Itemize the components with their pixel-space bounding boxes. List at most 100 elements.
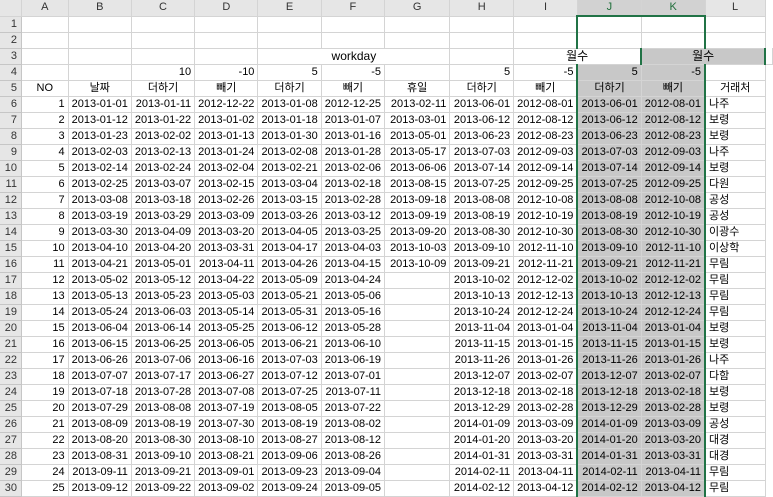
data-cell[interactable]: 2013-08-19: [576, 208, 642, 225]
row-header[interactable]: 9: [0, 144, 22, 161]
data-cell[interactable]: 2012-10-19: [513, 208, 578, 225]
data-cell[interactable]: 2014-01-09: [576, 416, 642, 433]
row-header[interactable]: 12: [0, 192, 22, 209]
data-cell[interactable]: 2013-04-03: [321, 240, 386, 257]
data-cell[interactable]: 2013-02-06: [321, 160, 386, 177]
data-cell[interactable]: 2012-12-13: [513, 288, 578, 305]
data-cell[interactable]: 2013-10-09: [384, 256, 451, 273]
data-cell[interactable]: 2013-06-15: [68, 336, 132, 353]
data-cell[interactable]: 2013-12-29: [576, 400, 642, 417]
data-cell[interactable]: 2013-05-21: [257, 288, 322, 305]
data-cell[interactable]: 2012-12-22: [194, 96, 259, 113]
data-cell[interactable]: 2013-03-07: [131, 176, 196, 193]
data-cell[interactable]: 2013-03-19: [68, 208, 132, 225]
data-cell[interactable]: 2013-08-10: [194, 432, 259, 449]
cell[interactable]: [705, 32, 766, 49]
data-cell[interactable]: 2013-03-09: [513, 416, 578, 433]
data-cell[interactable]: 대경: [705, 432, 766, 449]
data-cell[interactable]: 2013-02-28: [641, 400, 706, 417]
data-cell[interactable]: 나주: [705, 96, 766, 113]
header-cell[interactable]: 빼기: [194, 80, 259, 97]
row-header[interactable]: 22: [0, 352, 22, 369]
data-cell[interactable]: 2013-06-12: [257, 320, 322, 337]
col-header-i[interactable]: I: [513, 0, 578, 17]
data-cell[interactable]: 2013-04-10: [68, 240, 132, 257]
data-cell[interactable]: 공성: [705, 192, 766, 209]
data-cell[interactable]: 2013-06-26: [68, 352, 132, 369]
select-all-corner[interactable]: [0, 0, 22, 17]
data-cell[interactable]: 2013-03-01: [384, 112, 451, 129]
data-cell[interactable]: 2013-07-30: [194, 416, 259, 433]
data-cell[interactable]: 2013-01-26: [641, 352, 706, 369]
row-header[interactable]: 8: [0, 128, 22, 145]
data-cell[interactable]: 2013-08-05: [257, 400, 322, 417]
cell[interactable]: [21, 16, 69, 33]
cell[interactable]: [21, 48, 69, 65]
data-cell[interactable]: 2012-10-08: [641, 192, 706, 209]
col-header-g[interactable]: G: [384, 0, 451, 17]
data-cell[interactable]: 2013-06-16: [194, 352, 259, 369]
data-cell[interactable]: 2013-03-12: [321, 208, 386, 225]
data-cell[interactable]: 2013-05-06: [321, 288, 386, 305]
data-cell[interactable]: 2013-02-18: [321, 176, 386, 193]
data-cell[interactable]: [384, 336, 451, 353]
data-cell[interactable]: 나주: [705, 352, 766, 369]
cell[interactable]: [257, 32, 322, 49]
data-cell[interactable]: [384, 400, 451, 417]
months-title-1[interactable]: 월수: [513, 48, 642, 65]
data-cell[interactable]: 2013-04-15: [321, 256, 386, 273]
row-header[interactable]: 15: [0, 240, 22, 257]
data-cell[interactable]: 2012-09-03: [513, 144, 578, 161]
data-cell[interactable]: 2013-06-19: [321, 352, 386, 369]
data-cell[interactable]: 무림: [705, 272, 766, 289]
data-cell[interactable]: 2013-07-14: [576, 160, 642, 177]
data-cell[interactable]: 2014-01-20: [449, 432, 515, 449]
row-header[interactable]: 27: [0, 432, 22, 449]
data-cell[interactable]: 2012-10-19: [641, 208, 706, 225]
data-cell[interactable]: 6: [21, 176, 69, 193]
row-header[interactable]: 4: [0, 64, 22, 81]
data-cell[interactable]: 2014-02-12: [576, 480, 642, 497]
cell[interactable]: [384, 16, 451, 33]
data-cell[interactable]: 2013-09-24: [257, 480, 322, 497]
data-cell[interactable]: 10: [21, 240, 69, 257]
row-header[interactable]: 3: [0, 48, 22, 65]
cell[interactable]: [513, 15, 578, 33]
data-cell[interactable]: 2013-04-22: [194, 272, 259, 289]
data-cell[interactable]: 이광수: [705, 224, 766, 241]
data-cell[interactable]: 보령: [705, 320, 766, 337]
header-cell[interactable]: 더하기: [449, 80, 515, 97]
data-cell[interactable]: 2013-06-25: [131, 336, 196, 353]
data-cell[interactable]: 2013-01-18: [257, 112, 322, 129]
data-cell[interactable]: 2013-02-15: [194, 176, 259, 193]
cell[interactable]: [641, 15, 706, 33]
data-cell[interactable]: 2013-07-17: [131, 368, 196, 385]
data-cell[interactable]: 2013-09-21: [449, 256, 515, 273]
data-cell[interactable]: 2: [21, 112, 69, 129]
row-header[interactable]: 6: [0, 96, 22, 113]
data-cell[interactable]: 2013-10-03: [384, 240, 451, 257]
data-cell[interactable]: 2013-09-23: [257, 464, 322, 481]
data-cell[interactable]: 보령: [705, 384, 766, 401]
data-cell[interactable]: 2013-06-04: [68, 320, 132, 337]
data-cell[interactable]: 19: [21, 384, 69, 401]
header-cell[interactable]: 빼기: [513, 80, 578, 97]
header-cell[interactable]: 더하기: [576, 80, 642, 97]
data-cell[interactable]: 무림: [705, 256, 766, 273]
data-cell[interactable]: 2013-09-21: [576, 256, 642, 273]
data-cell[interactable]: 16: [21, 336, 69, 353]
data-cell[interactable]: 2013-07-03: [449, 144, 515, 161]
row-header[interactable]: 17: [0, 272, 22, 289]
data-cell[interactable]: 20: [21, 400, 69, 417]
data-cell[interactable]: 2013-06-10: [321, 336, 386, 353]
data-cell[interactable]: 2012-12-02: [513, 272, 578, 289]
data-cell[interactable]: 2013-02-13: [131, 144, 196, 161]
cell[interactable]: [194, 16, 259, 33]
cell[interactable]: [705, 64, 766, 81]
data-cell[interactable]: 2013-04-17: [257, 240, 322, 257]
data-cell[interactable]: 2012-08-23: [641, 128, 706, 145]
data-cell[interactable]: 2013-02-18: [641, 384, 706, 401]
data-cell[interactable]: 2013-05-01: [131, 256, 196, 273]
row-header[interactable]: 14: [0, 224, 22, 241]
cell[interactable]: [131, 48, 196, 65]
